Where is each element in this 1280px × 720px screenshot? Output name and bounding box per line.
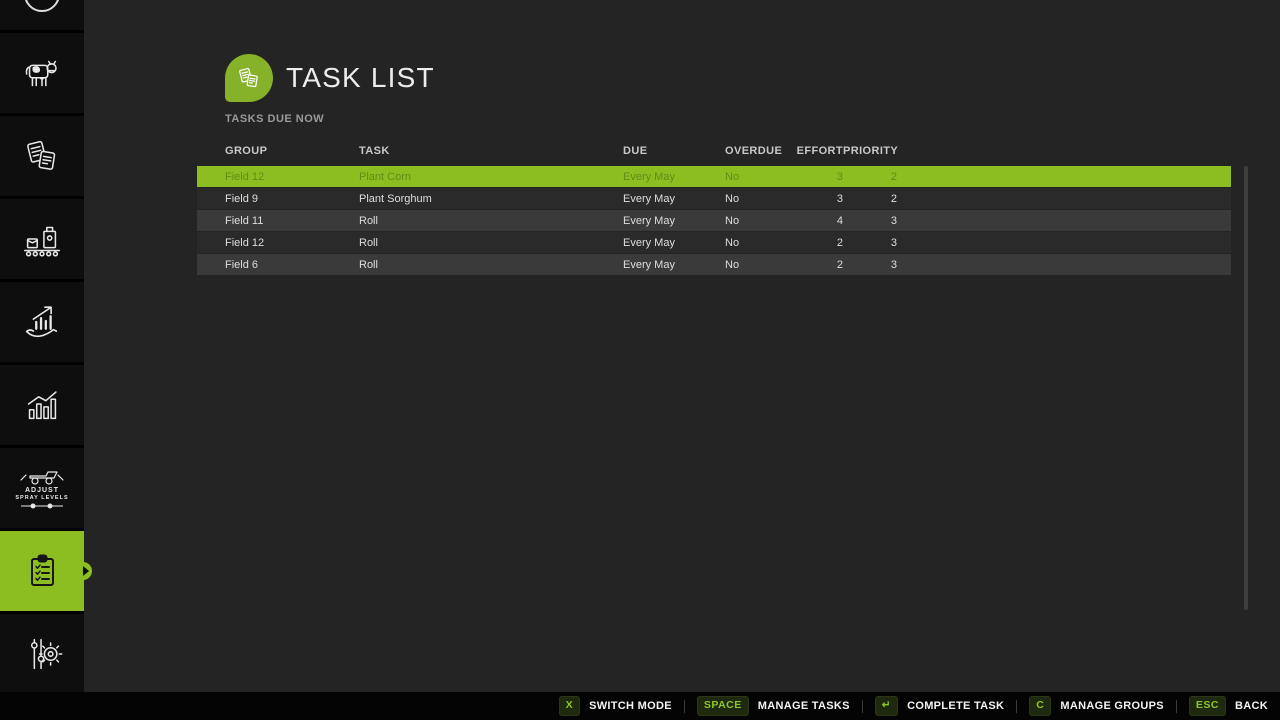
circle-icon	[0, 0, 84, 30]
task-row[interactable]: Field 9Plant SorghumEvery MayNo32	[197, 188, 1231, 209]
sliders-gear-icon	[19, 631, 65, 677]
shortcut-label: MANAGE TASKS	[758, 700, 850, 712]
cell-due: Every May	[623, 237, 725, 249]
cell-overdue: No	[725, 215, 787, 227]
page-title: TASK LIST	[286, 62, 435, 94]
divider	[1176, 700, 1177, 713]
cell-overdue: No	[725, 171, 787, 183]
shortcut-manage-tasks[interactable]: SPACE MANAGE TASKS	[697, 696, 850, 716]
cell-task: Roll	[359, 237, 623, 249]
cell-group: Field 9	[225, 193, 359, 205]
spray-levels-icon: ADJUST SPRAY LEVELS	[15, 466, 68, 511]
task-row[interactable]: Field 11RollEvery MayNo43	[197, 210, 1231, 231]
hand-chart-icon	[19, 299, 65, 345]
shortcut-switch-mode[interactable]: X SWITCH MODE	[559, 696, 672, 716]
key-badge: ↵	[875, 696, 898, 716]
task-documents-icon	[225, 54, 273, 102]
cell-effort: 4	[787, 215, 843, 227]
cell-task: Roll	[359, 215, 623, 227]
cell-group: Field 6	[225, 259, 359, 271]
cell-group: Field 12	[225, 171, 359, 183]
spray-label-line1: ADJUST	[25, 487, 59, 495]
cell-priority: 2	[843, 171, 897, 183]
selected-pointer-icon	[83, 566, 89, 576]
task-row[interactable]: Field 12RollEvery MayNo23	[197, 232, 1231, 253]
cell-task: Plant Sorghum	[359, 193, 623, 205]
spray-label-line2: SPRAY LEVELS	[15, 495, 68, 501]
key-badge: X	[559, 696, 581, 716]
shortcut-label: COMPLETE TASK	[907, 700, 1004, 712]
sidebar-item-spray-levels[interactable]: ADJUST SPRAY LEVELS	[0, 448, 84, 528]
task-row[interactable]: Field 12Plant CornEvery MayNo32	[197, 166, 1231, 187]
divider	[1016, 700, 1017, 713]
cell-task: Roll	[359, 259, 623, 271]
sidebar-item-contracts[interactable]	[0, 116, 84, 196]
cell-effort: 3	[787, 171, 843, 183]
documents-glyph	[234, 63, 264, 93]
cell-task: Plant Corn	[359, 171, 623, 183]
bar-chart-icon	[19, 382, 65, 428]
key-badge: C	[1029, 696, 1051, 716]
cell-overdue: No	[725, 193, 787, 205]
cell-due: Every May	[623, 171, 725, 183]
cell-overdue: No	[725, 259, 787, 271]
sidebar-item-statistics[interactable]	[0, 365, 84, 445]
task-list-screen: ADJUST SPRAY LEVELS	[0, 0, 1280, 720]
shortcut-label: SWITCH MODE	[589, 700, 672, 712]
sidebar-item-sales[interactable]	[0, 282, 84, 362]
sidebar-item-overview[interactable]	[0, 0, 84, 30]
table-header-row: GROUP TASK DUE OVERDUE EFFORT PRIORITY	[197, 143, 1231, 159]
sidebar: ADJUST SPRAY LEVELS	[0, 0, 84, 692]
key-badge: SPACE	[697, 696, 749, 716]
task-table-body: Field 12Plant CornEvery MayNo32Field 9Pl…	[197, 166, 1231, 275]
cell-priority: 3	[843, 237, 897, 249]
col-header-task: TASK	[359, 145, 623, 157]
shortcut-label: BACK	[1235, 700, 1268, 712]
slider-line-icon	[19, 502, 65, 510]
col-header-priority: PRIORITY	[843, 145, 897, 157]
key-badge: ESC	[1189, 696, 1226, 716]
production-line-icon	[19, 216, 65, 262]
col-header-group: GROUP	[225, 145, 359, 157]
col-header-due: DUE	[623, 145, 725, 157]
cell-due: Every May	[623, 259, 725, 271]
cell-priority: 3	[843, 259, 897, 271]
page-header: TASK LIST	[225, 54, 435, 102]
cell-effort: 2	[787, 237, 843, 249]
shortcut-bar: X SWITCH MODE SPACE MANAGE TASKS ↵ COMPLETE T…	[0, 692, 1280, 720]
sprayer-icon	[18, 466, 66, 486]
sidebar-item-task-list[interactable]	[0, 531, 84, 611]
scrollbar[interactable]	[1244, 166, 1248, 610]
cell-group: Field 11	[225, 215, 359, 227]
sidebar-item-production[interactable]	[0, 199, 84, 279]
task-row[interactable]: Field 6RollEvery MayNo23	[197, 254, 1231, 275]
main-panel: TASK LIST TASKS DUE NOW GROUP TASK DUE O…	[84, 0, 1280, 692]
cell-effort: 3	[787, 193, 843, 205]
clipboard-checklist-icon	[18, 547, 66, 595]
shortcut-label: MANAGE GROUPS	[1060, 700, 1164, 712]
cell-due: Every May	[623, 193, 725, 205]
sidebar-item-animals[interactable]	[0, 33, 84, 113]
cell-due: Every May	[623, 215, 725, 227]
shortcut-back[interactable]: ESC BACK	[1189, 696, 1268, 716]
cell-group: Field 12	[225, 237, 359, 249]
cell-priority: 3	[843, 215, 897, 227]
col-header-overdue: OVERDUE	[725, 145, 787, 157]
cell-effort: 2	[787, 259, 843, 271]
sidebar-item-settings[interactable]	[0, 614, 84, 694]
cow-icon	[19, 50, 65, 96]
cell-priority: 2	[843, 193, 897, 205]
shortcut-manage-groups[interactable]: C MANAGE GROUPS	[1029, 696, 1164, 716]
shortcut-complete-task[interactable]: ↵ COMPLETE TASK	[875, 696, 1005, 716]
col-header-effort: EFFORT	[787, 145, 843, 157]
cell-overdue: No	[725, 237, 787, 249]
task-table: GROUP TASK DUE OVERDUE EFFORT PRIORITY F…	[197, 143, 1231, 276]
divider	[862, 700, 863, 713]
divider	[684, 700, 685, 713]
section-label: TASKS DUE NOW	[225, 113, 324, 125]
documents-icon	[19, 133, 65, 179]
